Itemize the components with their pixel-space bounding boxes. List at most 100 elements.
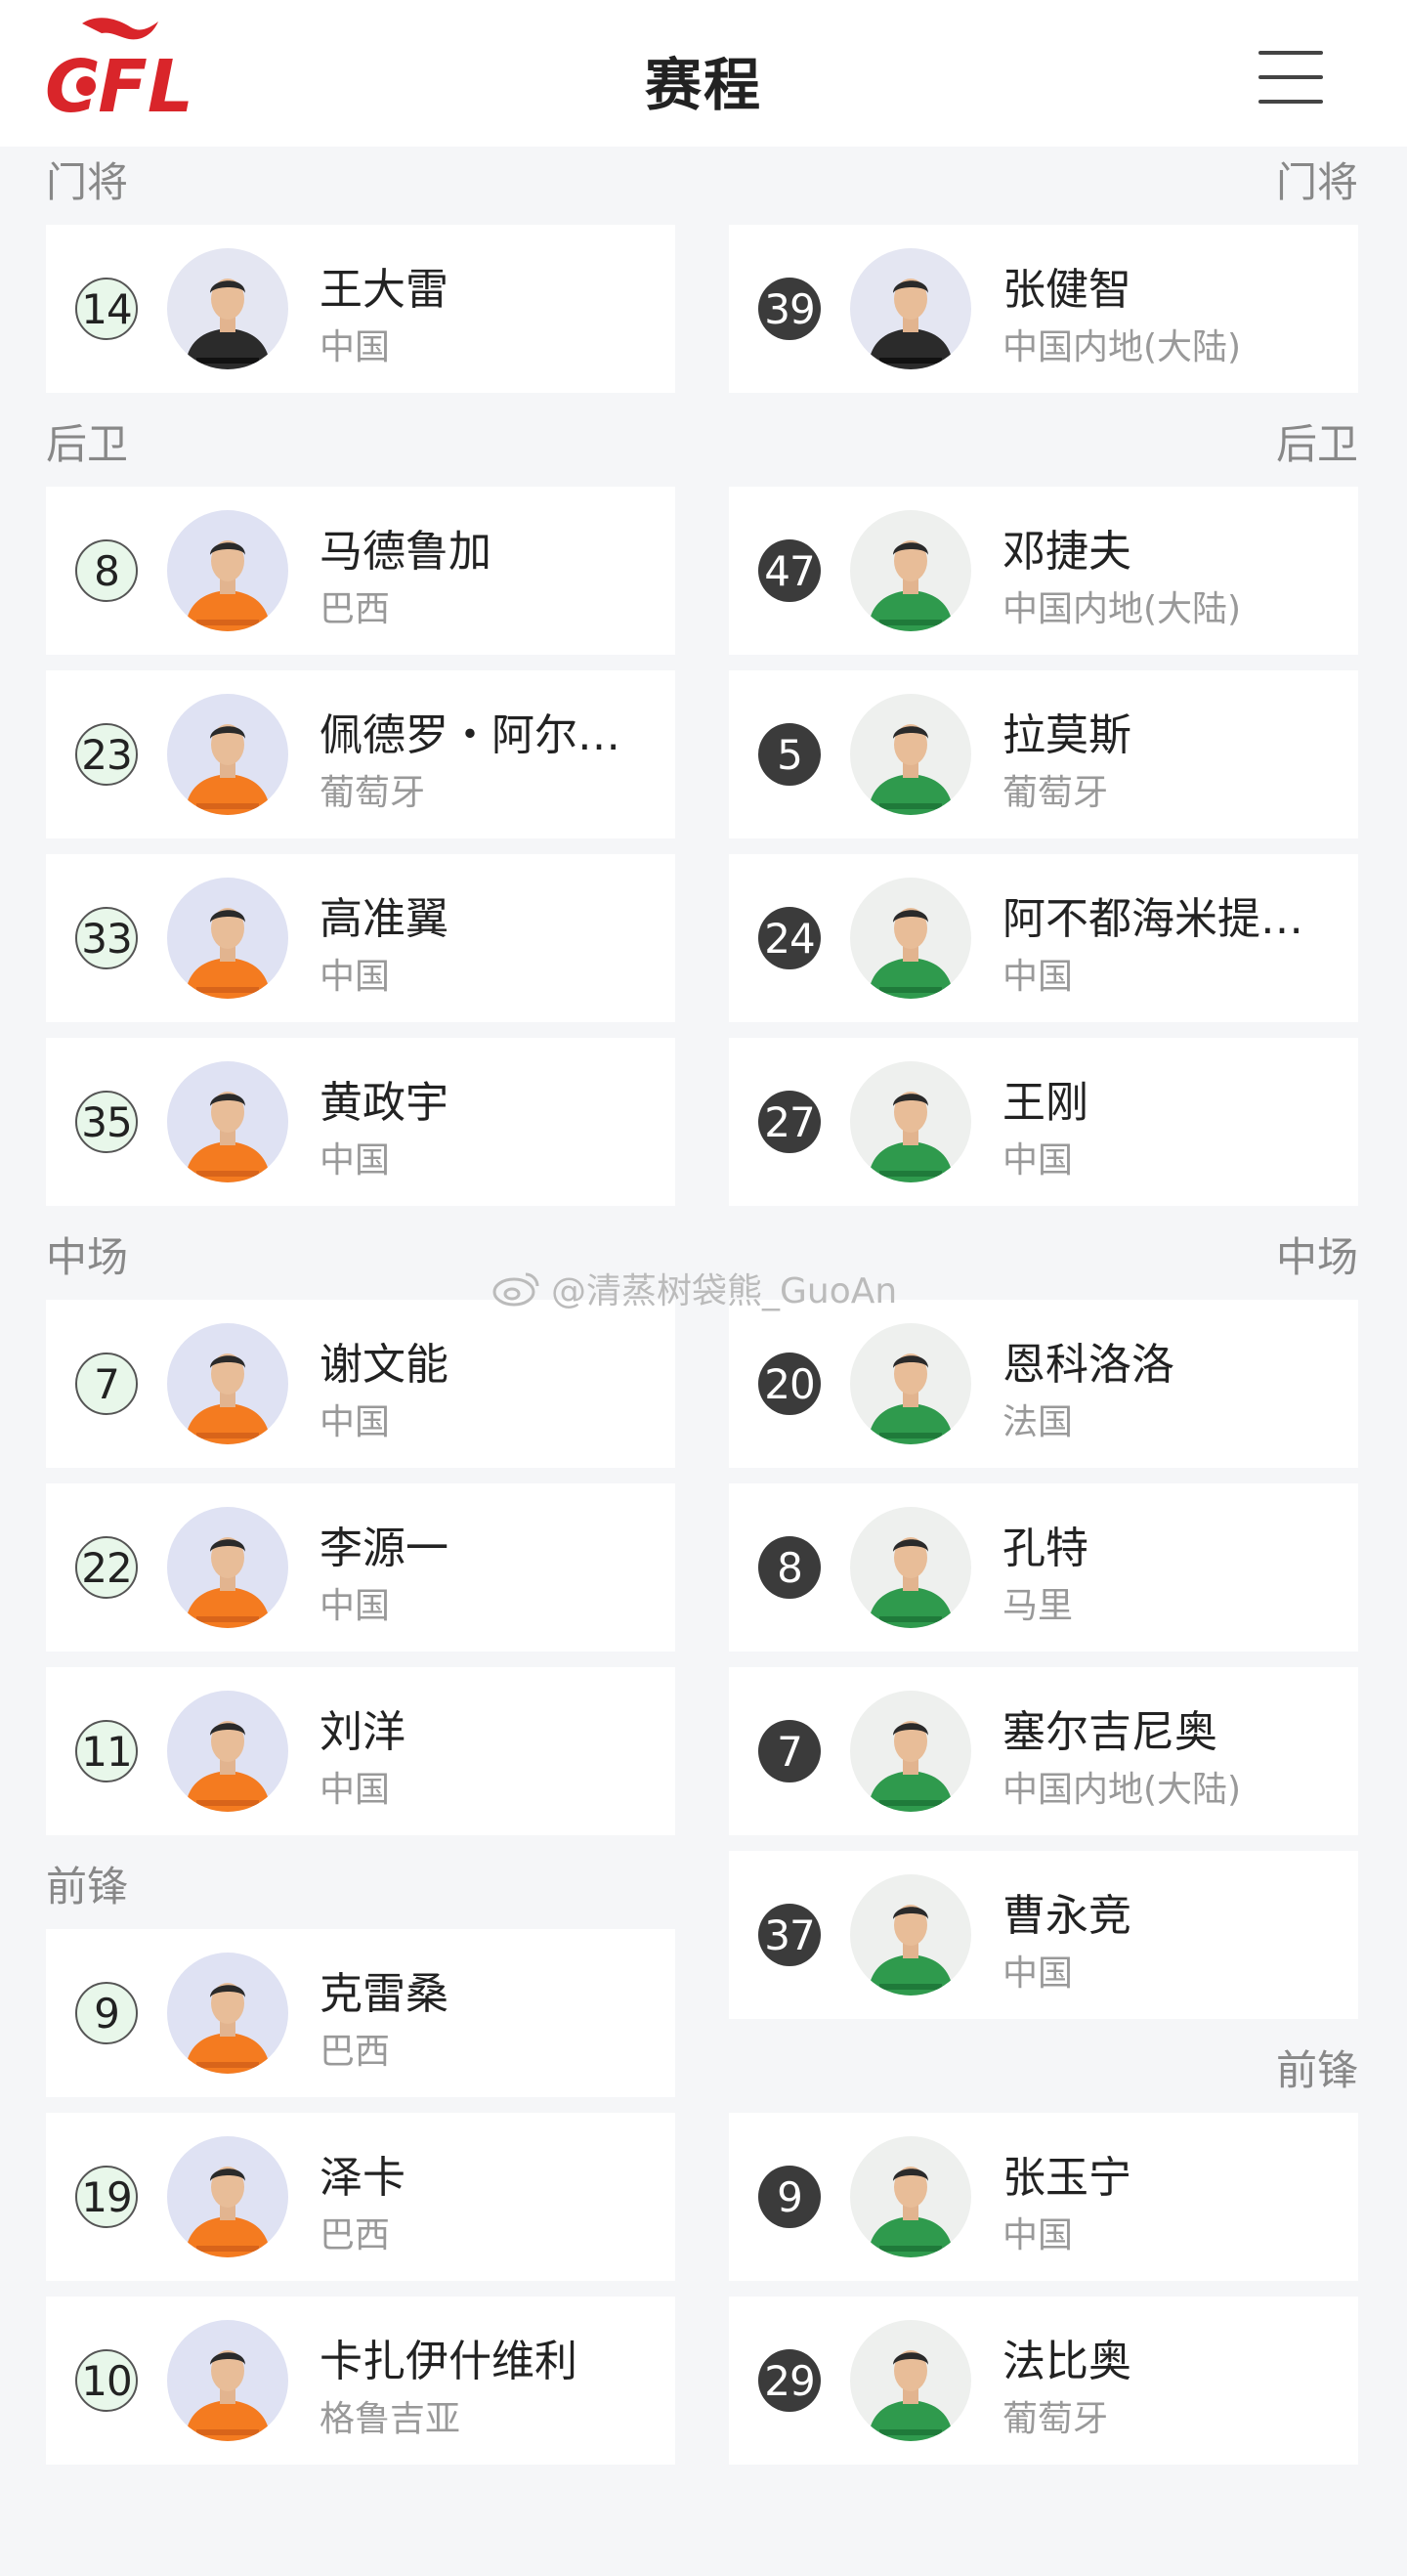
player-nation: 法国 [1002, 1402, 1074, 1442]
player-name: 张健智 [1002, 265, 1131, 315]
player-avatar [167, 2320, 288, 2441]
section-label: 后卫 [1275, 420, 1358, 468]
player-card[interactable]: 14 王大雷 中国 [46, 225, 675, 393]
player-card[interactable]: 19 泽卡 巴西 [46, 2113, 675, 2281]
jersey-number: 27 [758, 1091, 821, 1153]
home-lineup: 门将 14 王大雷 中国 后卫 8 马德鲁加 巴西 23 佩德罗・阿尔… 葡萄牙… [46, 147, 675, 2480]
player-avatar [850, 1323, 971, 1444]
player-nation: 中国 [1002, 957, 1074, 997]
player-avatar [167, 878, 288, 999]
player-name: 曹永竞 [1002, 1891, 1131, 1941]
player-nation: 中国 [1002, 2215, 1074, 2255]
player-avatar [850, 1691, 971, 1812]
player-name: 塞尔吉尼奥 [1002, 1707, 1217, 1757]
section-label: 前锋 [1275, 2046, 1358, 2094]
jersey-number: 23 [75, 723, 138, 786]
player-card[interactable]: 23 佩德罗・阿尔… 葡萄牙 [46, 670, 675, 838]
player-avatar [850, 510, 971, 631]
player-nation: 中国 [320, 1140, 391, 1181]
player-avatar [167, 2136, 288, 2257]
player-nation: 中国 [1002, 1953, 1074, 1994]
jersey-number: 20 [758, 1352, 821, 1415]
watermark-text: @清蒸树袋熊_GuoAn [551, 1271, 898, 1311]
page-title: 赛程 [644, 52, 762, 118]
player-nation: 中国内地(大陆) [1002, 589, 1242, 629]
section-label: 后卫 [46, 420, 129, 468]
player-avatar [167, 1691, 288, 1812]
jersey-number: 22 [75, 1536, 138, 1599]
player-nation: 巴西 [320, 2215, 391, 2255]
jersey-number: 29 [758, 2349, 821, 2412]
jersey-number: 39 [758, 278, 821, 340]
player-card[interactable]: 39 张健智 中国内地(大陆) [729, 225, 1358, 393]
player-card[interactable]: 10 卡扎伊什维利 格鲁吉亚 [46, 2297, 675, 2465]
player-name: 马德鲁加 [320, 527, 491, 577]
player-nation: 马里 [1002, 1586, 1074, 1626]
player-nation: 中国 [320, 957, 391, 997]
player-name: 泽卡 [320, 2153, 405, 2203]
player-avatar [167, 1953, 288, 2074]
player-nation: 巴西 [320, 589, 391, 629]
jersey-number: 10 [75, 2349, 138, 2412]
jersey-number: 35 [75, 1091, 138, 1153]
player-avatar [850, 878, 971, 999]
player-card[interactable]: 7 塞尔吉尼奥 中国内地(大陆) [729, 1667, 1358, 1835]
player-name: 克雷桑 [320, 1969, 448, 2019]
jersey-number: 9 [75, 1982, 138, 2044]
jersey-number: 14 [75, 278, 138, 340]
hamburger-menu-icon[interactable] [1258, 51, 1323, 104]
player-nation: 中国 [320, 1586, 391, 1626]
player-name: 法比奥 [1002, 2337, 1131, 2386]
section-label: 门将 [46, 158, 129, 206]
player-card[interactable]: 7 谢文能 中国 [46, 1300, 675, 1468]
player-name: 王刚 [1002, 1078, 1088, 1128]
player-name: 李源一 [320, 1524, 448, 1573]
section-label: 门将 [1275, 158, 1358, 206]
player-card[interactable]: 11 刘洋 中国 [46, 1667, 675, 1835]
player-name: 孔特 [1002, 1524, 1088, 1573]
jersey-number: 7 [75, 1352, 138, 1415]
player-avatar [167, 510, 288, 631]
player-name: 邓捷夫 [1002, 527, 1131, 577]
player-card[interactable]: 47 邓捷夫 中国内地(大陆) [729, 487, 1358, 655]
player-name: 张玉宁 [1002, 2153, 1131, 2203]
jersey-number: 19 [75, 2166, 138, 2228]
player-name: 阿不都海米提… [1002, 894, 1303, 944]
jersey-number: 33 [75, 907, 138, 969]
player-card[interactable]: 37 曹永竞 中国 [729, 1851, 1358, 2019]
player-nation: 格鲁吉亚 [320, 2399, 461, 2439]
player-card[interactable]: 35 黄政宇 中国 [46, 1038, 675, 1206]
player-avatar [167, 1507, 288, 1628]
jersey-number: 7 [758, 1720, 821, 1782]
player-avatar [167, 1323, 288, 1444]
player-nation: 葡萄牙 [1002, 2399, 1109, 2439]
player-avatar [850, 694, 971, 815]
player-card[interactable]: 29 法比奥 葡萄牙 [729, 2297, 1358, 2465]
player-card[interactable]: 8 孔特 马里 [729, 1483, 1358, 1652]
player-name: 刘洋 [320, 1707, 405, 1757]
player-name: 王大雷 [320, 265, 448, 315]
player-avatar [850, 1874, 971, 1996]
player-name: 佩德罗・阿尔… [320, 710, 620, 760]
jersey-number: 11 [75, 1720, 138, 1782]
player-card[interactable]: 20 恩科洛洛 法国 [729, 1300, 1358, 1468]
player-card[interactable]: 9 张玉宁 中国 [729, 2113, 1358, 2281]
player-card[interactable]: 24 阿不都海米提… 中国 [729, 854, 1358, 1022]
jersey-number: 5 [758, 723, 821, 786]
player-name: 恩科洛洛 [1002, 1340, 1174, 1390]
jersey-number: 8 [758, 1536, 821, 1599]
player-nation: 中国 [320, 327, 391, 367]
player-card[interactable]: 27 王刚 中国 [729, 1038, 1358, 1206]
player-card[interactable]: 22 李源一 中国 [46, 1483, 675, 1652]
player-avatar [850, 1507, 971, 1628]
player-card[interactable]: 8 马德鲁加 巴西 [46, 487, 675, 655]
player-name: 拉莫斯 [1002, 710, 1131, 760]
player-nation: 葡萄牙 [1002, 773, 1109, 813]
player-card[interactable]: 5 拉莫斯 葡萄牙 [729, 670, 1358, 838]
player-avatar [850, 2136, 971, 2257]
player-card[interactable]: 9 克雷桑 巴西 [46, 1929, 675, 2097]
section-label: 前锋 [46, 1863, 129, 1911]
player-card[interactable]: 33 高准翼 中国 [46, 854, 675, 1022]
player-name: 黄政宇 [320, 1078, 448, 1128]
player-avatar [167, 1061, 288, 1182]
